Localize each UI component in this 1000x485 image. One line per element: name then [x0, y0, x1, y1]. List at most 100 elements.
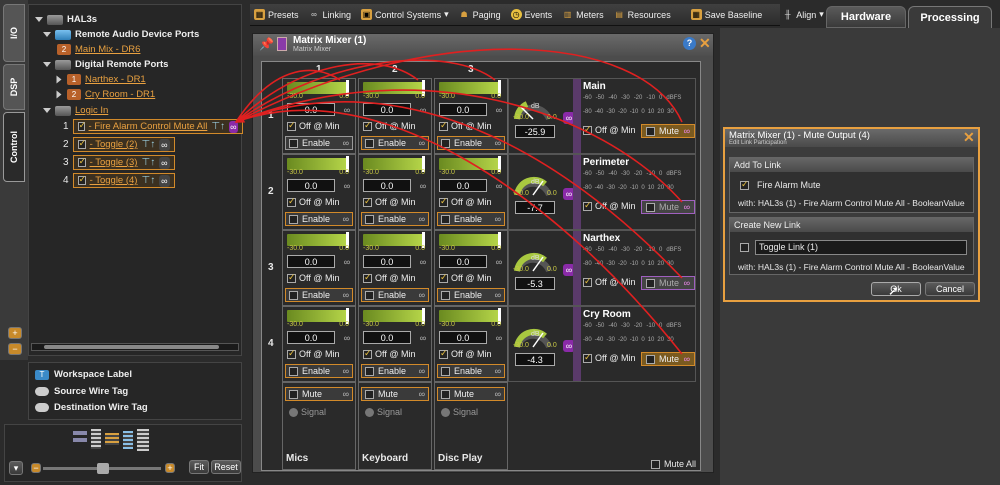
- link-icon[interactable]: ∞: [417, 256, 429, 268]
- close-icon[interactable]: ✕: [699, 35, 711, 52]
- output-mute-toggle[interactable]: Mute ∞: [641, 200, 695, 214]
- checkbox[interactable]: [287, 196, 296, 207]
- enable-toggle[interactable]: Enable ∞: [361, 136, 429, 150]
- link-icon[interactable]: ∞: [417, 104, 429, 116]
- checkbox[interactable]: [365, 389, 374, 399]
- checkbox[interactable]: [365, 290, 374, 300]
- expand-triangle-icon[interactable]: [35, 17, 43, 22]
- output-mute-toggle[interactable]: Mute ∞: [641, 352, 695, 366]
- cancel-button[interactable]: Cancel: [925, 282, 975, 296]
- checkbox[interactable]: [646, 126, 655, 136]
- tab-dsp[interactable]: DSP: [3, 64, 25, 110]
- link-icon[interactable]: ∞: [684, 354, 690, 364]
- link-icon[interactable]: ∞: [493, 180, 505, 192]
- link-icon[interactable]: ∞: [493, 104, 505, 116]
- off-at-min-option[interactable]: Off @ Min: [287, 196, 339, 207]
- enable-toggle[interactable]: Enable ∞: [437, 288, 505, 302]
- checkbox[interactable]: [646, 278, 655, 288]
- link-icon[interactable]: ∞: [495, 138, 501, 148]
- enable-toggle[interactable]: Enable ∞: [361, 288, 429, 302]
- off-at-min-option[interactable]: Off @ Min: [583, 352, 635, 363]
- link-icon[interactable]: ∞: [493, 332, 505, 344]
- link-icon[interactable]: ∞: [343, 366, 349, 376]
- checkbox[interactable]: [740, 179, 749, 190]
- input-mute-toggle[interactable]: Mute ∞: [285, 387, 353, 401]
- enable-toggle[interactable]: Enable ∞: [437, 364, 505, 378]
- tab-hardware[interactable]: Hardware: [826, 6, 906, 28]
- checkbox[interactable]: [289, 366, 298, 376]
- link-icon[interactable]: ∞: [417, 180, 429, 192]
- link-icon[interactable]: ∞: [419, 366, 425, 376]
- linking-button[interactable]: ∞ Linking: [309, 9, 351, 20]
- checkbox[interactable]: [77, 138, 86, 149]
- fire-alarm-mute-option[interactable]: Fire Alarm Mute: [740, 179, 821, 190]
- destination-wire-tag-item[interactable]: Destination Wire Tag: [35, 402, 148, 413]
- pin-icon[interactable]: 📌: [259, 37, 274, 51]
- logic-item-4[interactable]: 4 - Toggle (4) ⊤↑ ∞: [63, 173, 175, 188]
- link-icon[interactable]: ∞: [419, 290, 425, 300]
- checkbox[interactable]: [287, 348, 296, 359]
- dialog-close-icon[interactable]: ✕: [963, 129, 975, 146]
- checkbox[interactable]: [441, 389, 450, 399]
- link-icon[interactable]: ∞: [495, 290, 501, 300]
- checkbox[interactable]: [365, 366, 374, 376]
- logic-item-3[interactable]: 3 - Toggle (3) ⊤↑ ∞: [63, 155, 175, 170]
- crosspoint-value-input[interactable]: 0.0: [363, 331, 411, 344]
- checkbox[interactable]: [439, 348, 448, 359]
- tree-main-mix[interactable]: 2 Main Mix - DR6: [57, 42, 140, 57]
- zoom-in-icon[interactable]: +: [165, 463, 175, 473]
- output-mute-toggle[interactable]: Mute ∞: [641, 276, 695, 290]
- reset-button[interactable]: Reset: [211, 460, 241, 474]
- link-icon[interactable]: ∞: [684, 278, 690, 288]
- expand-icon[interactable]: +: [8, 327, 22, 339]
- crosspoint-value-input[interactable]: 0.0: [439, 179, 487, 192]
- link-icon[interactable]: ∞: [495, 389, 501, 399]
- link-icon[interactable]: ∞: [341, 332, 353, 344]
- workspace-label-item[interactable]: T Workspace Label: [35, 369, 132, 380]
- link-icon[interactable]: ∞: [343, 389, 349, 399]
- zoom-slider-thumb[interactable]: [97, 463, 109, 474]
- link-icon[interactable]: ∞: [419, 214, 425, 224]
- off-at-min-option[interactable]: Off @ Min: [583, 124, 635, 135]
- crosspoint-value-input[interactable]: 0.0: [363, 255, 411, 268]
- off-at-min-option[interactable]: Off @ Min: [287, 272, 339, 283]
- input-mute-toggle[interactable]: Mute ∞: [437, 387, 505, 401]
- tree-narthex[interactable]: 1 Narthex - DR1: [55, 72, 146, 87]
- scrollbar-thumb[interactable]: [44, 345, 219, 349]
- collapsed-triangle-icon[interactable]: [56, 75, 62, 84]
- align-button[interactable]: ╫ Align ▾: [782, 9, 824, 20]
- off-at-min-option[interactable]: Off @ Min: [439, 272, 491, 283]
- output-level-value[interactable]: -5.3: [515, 277, 555, 290]
- checkbox[interactable]: [77, 174, 86, 185]
- workspace-thumbnail[interactable]: [73, 429, 163, 453]
- mute-all-checkbox[interactable]: [651, 459, 660, 469]
- control-systems-button[interactable]: ▣ Control Systems ▾: [361, 9, 449, 20]
- matrix-window-header[interactable]: 📌 Matrix Mixer (1) Matrix Mixer ? ✕: [253, 34, 713, 56]
- checkbox[interactable]: [289, 290, 298, 300]
- output-mute-toggle[interactable]: Mute ∞: [641, 124, 695, 138]
- link-icon[interactable]: ∞: [159, 156, 170, 169]
- link-icon[interactable]: ∞: [341, 180, 353, 192]
- tab-processing[interactable]: Processing: [908, 6, 992, 28]
- crosspoint-value-input[interactable]: 0.0: [363, 103, 411, 116]
- checkbox[interactable]: [363, 196, 372, 207]
- link-icon[interactable]: ∞: [419, 389, 425, 399]
- checkbox[interactable]: [646, 202, 655, 212]
- dropdown-chevron-icon[interactable]: ▾: [9, 461, 23, 475]
- crosspoint-value-input[interactable]: 0.0: [287, 331, 335, 344]
- logic-item-box[interactable]: - Toggle (2) ⊤↑ ∞: [72, 137, 175, 152]
- enable-toggle[interactable]: Enable ∞: [361, 364, 429, 378]
- checkbox[interactable]: [441, 214, 450, 224]
- crosspoint-value-input[interactable]: 0.0: [439, 331, 487, 344]
- checkbox[interactable]: [583, 352, 592, 363]
- crosspoint-value-input[interactable]: 0.0: [287, 255, 335, 268]
- expand-triangle-icon[interactable]: [43, 62, 51, 67]
- enable-toggle[interactable]: Enable ∞: [361, 212, 429, 226]
- presets-button[interactable]: ▦ Presets: [254, 9, 299, 20]
- tree-horizontal-scrollbar[interactable]: [31, 343, 239, 351]
- output-level-value[interactable]: -25.9: [515, 125, 555, 138]
- enable-toggle[interactable]: Enable ∞: [285, 136, 353, 150]
- dialog-header[interactable]: Matrix Mixer (1) - Mute Output (4) Edit …: [725, 129, 978, 147]
- off-at-min-option[interactable]: Off @ Min: [439, 120, 491, 131]
- link-icon[interactable]: ∞: [417, 332, 429, 344]
